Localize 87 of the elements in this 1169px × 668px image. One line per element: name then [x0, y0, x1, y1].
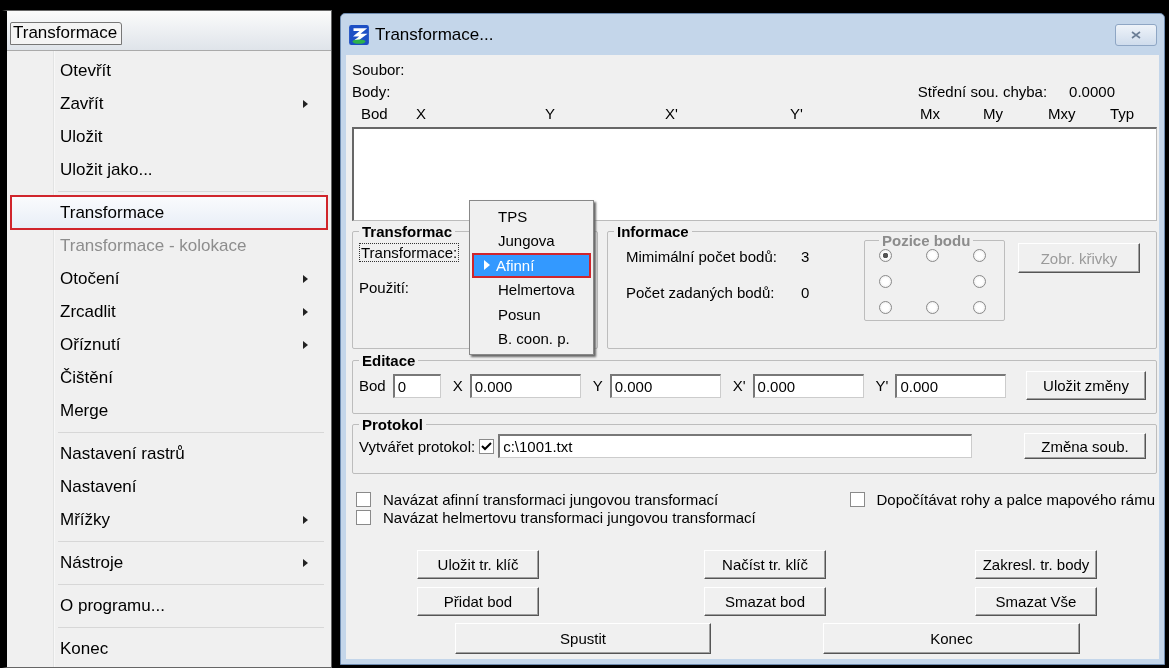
column-header: My: [983, 104, 1004, 122]
close-button[interactable]: [1115, 23, 1157, 46]
dropdown-item[interactable]: B. coon. p.: [472, 326, 591, 351]
menu-item[interactable]: Oříznutí: [10, 328, 328, 361]
menu-item[interactable]: Nastavení rastrů: [10, 437, 328, 470]
column-header: Mxy: [1048, 104, 1077, 122]
field-label: Y': [875, 377, 889, 394]
coordinate-field[interactable]: 0.000: [895, 373, 1007, 398]
menu-item[interactable]: Uložit jako...: [10, 153, 328, 186]
change-file-button[interactable]: Změna soub.: [1024, 433, 1146, 459]
menu-item[interactable]: Zrcadlit: [10, 295, 328, 328]
window-title: Transformace...: [375, 24, 495, 45]
menu-item[interactable]: Konec: [10, 632, 328, 665]
checkbox[interactable]: [479, 438, 495, 454]
submenu-arrow-icon: [303, 274, 308, 283]
field-label: X: [452, 377, 463, 394]
action-button[interactable]: Smazat Vše: [975, 587, 1097, 616]
dropdown-item[interactable]: TPS: [472, 204, 591, 229]
menu-item[interactable]: Merge: [10, 394, 328, 427]
error-label: Střední sou. chyba:: [917, 82, 1048, 100]
group-title: Pozice bodu: [881, 232, 972, 249]
info-value: 3: [801, 248, 810, 265]
submenu-arrow-icon: [303, 515, 308, 524]
dropdown-item[interactable]: Posun: [472, 302, 591, 327]
dropdown-item[interactable]: Jungova: [472, 228, 591, 253]
submenu-arrow-icon: [303, 99, 308, 108]
coordinate-field[interactable]: 0.000: [752, 373, 864, 398]
menu-item[interactable]: Otevřít: [10, 54, 328, 87]
group-title: Editace: [361, 352, 417, 369]
option-label: Navázat afinní transformaci jungovou transformací: [383, 490, 719, 508]
menu-item[interactable]: Otočení: [10, 262, 328, 295]
group-title: Informace: [616, 223, 690, 240]
submenu-arrow-icon: [303, 307, 308, 316]
coordinate-field[interactable]: 0: [392, 373, 441, 398]
transformation-label: Transformace:: [359, 243, 460, 262]
action-button[interactable]: Zakresl. tr. body: [975, 550, 1097, 579]
menu-title[interactable]: Transformace: [10, 22, 123, 45]
option-label: Navázat helmertovu transformaci jungovou transformací: [383, 508, 756, 526]
column-header: Y': [790, 104, 804, 122]
menu-item[interactable]: Čištění: [10, 361, 328, 394]
action-button[interactable]: Smazat bod: [704, 587, 826, 616]
menu-item[interactable]: O programu...: [10, 589, 328, 622]
menu-item[interactable]: Uložit: [10, 120, 328, 153]
checkbox[interactable]: [849, 491, 865, 507]
protocol-label: Vytvářet protokol:: [359, 437, 476, 455]
app-logo-icon: [348, 23, 370, 46]
menu-item[interactable]: Nástroje: [10, 546, 328, 579]
info-value: 0: [801, 284, 810, 301]
dropdown-item[interactable]: Helmertova: [472, 277, 591, 302]
menu-item[interactable]: Nastavení: [10, 470, 328, 503]
group-title: Transformac: [361, 223, 454, 240]
menu-item[interactable]: Zavřít: [10, 87, 328, 120]
column-header: Bod: [361, 104, 389, 122]
close-icon: [1131, 30, 1141, 39]
info-label: Mimimální počet bodů:: [626, 248, 778, 265]
save-changes-button[interactable]: Uložit změny: [1026, 371, 1146, 400]
action-button[interactable]: Načíst tr. klíč: [704, 550, 826, 579]
field-label: X': [732, 377, 746, 394]
submenu-arrow-icon: [303, 340, 308, 349]
coordinate-field[interactable]: 0.000: [469, 373, 581, 398]
submenu-arrow-icon: [303, 558, 308, 567]
column-header: Typ: [1110, 104, 1136, 122]
points-list[interactable]: [352, 127, 1157, 221]
action-button[interactable]: Konec: [823, 623, 1080, 654]
action-button[interactable]: Přidat bod: [417, 587, 539, 616]
group-title: Protokol: [361, 416, 424, 433]
points-label: Body:: [352, 82, 391, 100]
coordinate-field[interactable]: 0.000: [609, 373, 721, 398]
column-header: Mx: [920, 104, 941, 122]
protocol-path-field[interactable]: c:\1001.txt: [498, 434, 973, 458]
action-button[interactable]: Spustit: [455, 623, 711, 654]
menu-item[interactable]: Transformace: [10, 195, 328, 230]
pointer-icon: [484, 260, 490, 271]
checkbox[interactable]: [356, 491, 371, 507]
field-label: Y: [592, 377, 603, 394]
checkbox[interactable]: [356, 509, 371, 525]
action-button[interactable]: Uložit tr. klíč: [417, 550, 539, 579]
column-header: X: [416, 104, 427, 122]
error-value: 0.0000: [1069, 82, 1115, 100]
option-label: Dopočítávat rohy a palce mapového rámu: [876, 490, 1155, 508]
menu-item[interactable]: Mřížky: [10, 503, 328, 536]
file-label: Soubor:: [352, 60, 405, 78]
field-label: Bod: [359, 377, 386, 394]
info-label: Počet zadaných bodů:: [626, 284, 776, 301]
usage-label: Použití:: [359, 279, 410, 296]
column-header: X': [665, 104, 679, 122]
column-header: Y: [545, 104, 556, 122]
